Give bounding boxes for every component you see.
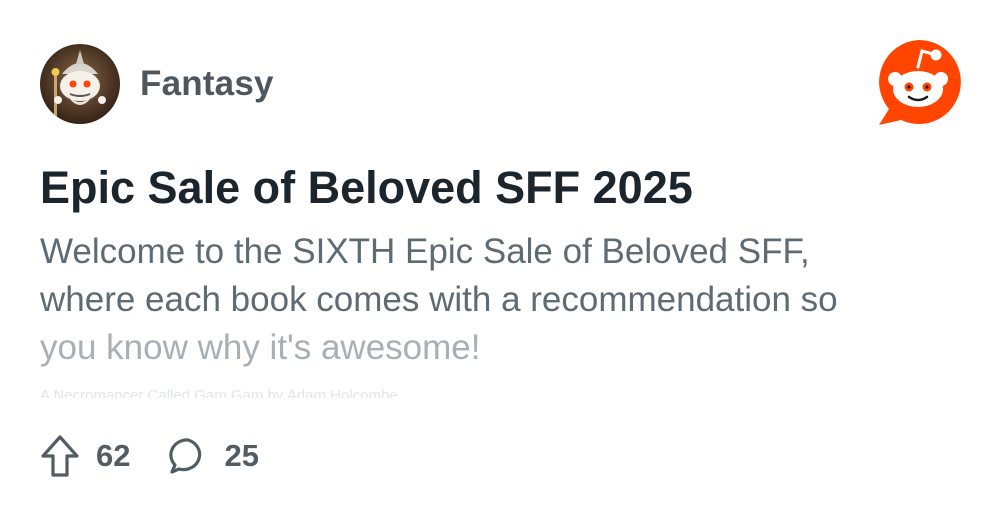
wizard-snoo-avatar-icon <box>40 44 120 124</box>
post-card[interactable]: Fantasy Epic Sale of Beloved SFF 2025 We… <box>0 0 1000 521</box>
post-snippet: A Necromancer Called Gam Gam by Adam Hol… <box>40 387 398 398</box>
post-title[interactable]: Epic Sale of Beloved SFF 2025 <box>40 158 693 218</box>
post-actions: 62 25 <box>40 432 259 480</box>
upvote-count: 62 <box>96 438 131 473</box>
community-avatar[interactable] <box>40 44 120 124</box>
reddit-snoo-logo-icon <box>879 39 961 126</box>
upvote-arrow-icon <box>41 435 79 477</box>
post-body[interactable]: Welcome to the SIXTH Epic Sale of Belove… <box>40 228 940 372</box>
reddit-logo[interactable] <box>873 37 963 127</box>
post-body-line: Welcome to the SIXTH Epic Sale of Belove… <box>40 232 810 271</box>
post-header: Fantasy <box>40 44 274 124</box>
comment-count: 25 <box>224 438 259 473</box>
post-body-line: you know why it's awesome! <box>40 328 481 367</box>
comments-button[interactable]: 25 <box>168 436 259 476</box>
upvote-button[interactable]: 62 <box>40 434 130 478</box>
post-body-line: where each book comes with a recommendat… <box>40 280 838 319</box>
community-name[interactable]: Fantasy <box>140 64 274 104</box>
comment-bubble-icon <box>169 438 202 474</box>
